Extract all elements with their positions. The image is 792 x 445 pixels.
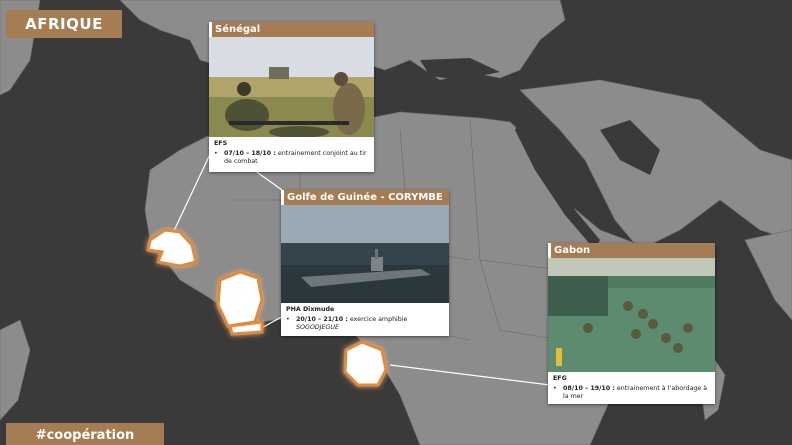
gabon-photo — [548, 258, 715, 372]
bullet-glyph: • — [214, 149, 218, 157]
gabon-activity: 08/10 – 19/10 : entrainement à l’abordag… — [563, 384, 708, 401]
gabon-card-title: Gabon — [548, 243, 715, 258]
bullet-glyph: • — [286, 315, 290, 323]
senegal-card: Sénégal EFS • 07/10 – 18/10 : entraineme… — [209, 22, 374, 172]
cooperation-tag: #coopération — [6, 423, 164, 445]
gabon-unit: EFG — [553, 375, 567, 382]
region-title: AFRIQUE — [6, 10, 122, 38]
bullet-glyph: • — [553, 384, 557, 392]
gabon-card: Gabon EFG • 08/10 – 19/10 : entrainement… — [548, 243, 715, 404]
senegal-activity: 07/10 – 18/10 : entrainement conjoint au… — [224, 149, 367, 166]
guinee-card-title: Golfe de Guinée - CORYMBE — [281, 190, 449, 205]
guinee-photo — [281, 205, 449, 303]
senegal-card-title: Sénégal — [209, 22, 374, 37]
guinee-card: Golfe de Guinée - CORYMBE PHA Dixmude • … — [281, 190, 449, 336]
gabon-highlight — [343, 340, 388, 387]
cote-divoire-highlight — [216, 270, 264, 328]
africa-map-slide: AFRIQUE Sénégal EFS • 07/10 – 18/10 : en… — [0, 0, 792, 445]
senegal-unit: EFS — [214, 140, 228, 147]
guinee-activity: 20/10 – 21/10 : exercice amphibie SOGODJ… — [296, 315, 408, 332]
guinee-unit: PHA Dixmude — [286, 306, 335, 313]
senegal-photo — [209, 37, 374, 137]
